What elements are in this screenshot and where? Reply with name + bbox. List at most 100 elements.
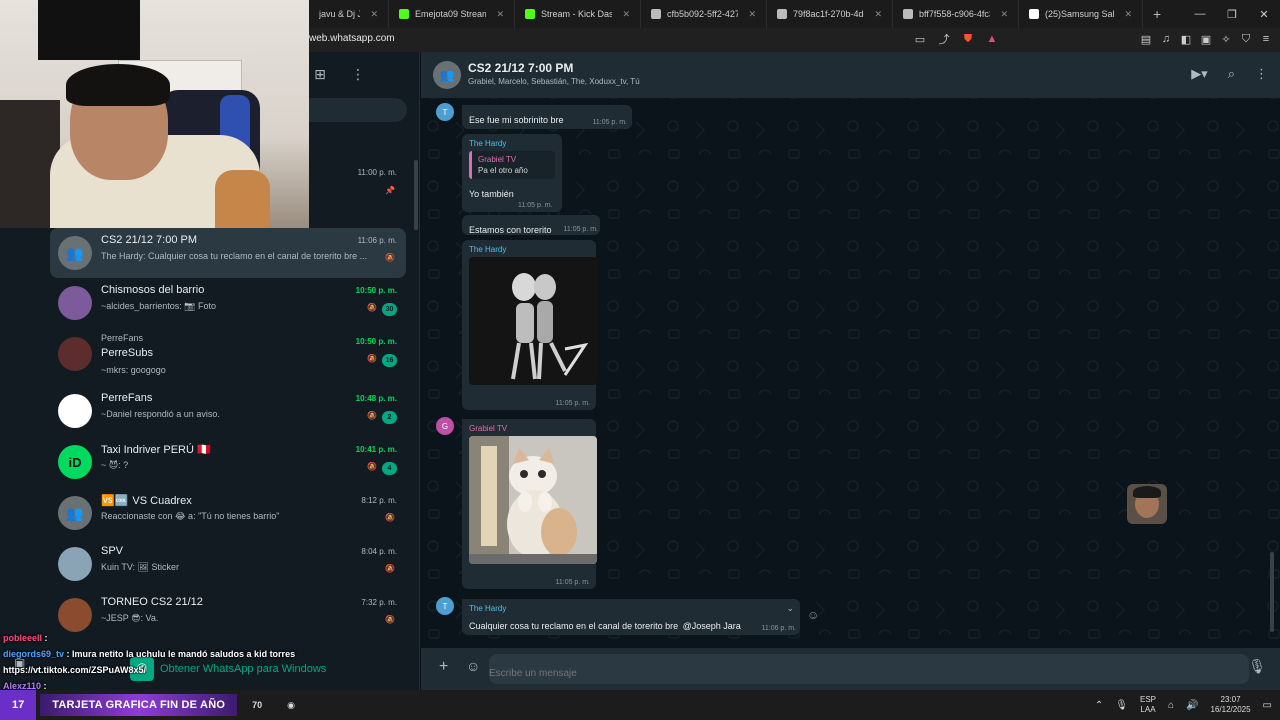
reader-icon[interactable]: ◧	[1178, 31, 1194, 47]
conversation-title: CS2 21/12 7:00 PM	[468, 61, 574, 75]
minimize-icon[interactable]: —	[1184, 0, 1216, 28]
rewards-icon[interactable]: ▲	[984, 31, 1000, 47]
browser-tab[interactable]: (25)Samsung Salsa Performance ✕	[1019, 0, 1143, 28]
chat-preview: ~alcides_barrientos: 📷 Foto	[101, 301, 217, 311]
search-icon[interactable]: ⌕	[1228, 66, 1235, 82]
conversation-header[interactable]: 👥 CS2 21/12 7:00 PM Grabiel, Marcelo, Se…	[421, 52, 1280, 98]
more-options-icon[interactable]: ⋮	[348, 66, 368, 83]
sidebar-toggle-icon[interactable]: ▤	[1138, 31, 1154, 47]
share-icon[interactable]: ⤴	[936, 31, 952, 47]
tab-close-icon[interactable]: ✕	[1124, 9, 1132, 20]
chat-avatar[interactable]	[58, 547, 92, 581]
tab-close-icon[interactable]: ✕	[874, 9, 882, 20]
tab-close-icon[interactable]: ✕	[370, 9, 378, 20]
address-icons: ▭ ⤴ ⛊ ▲	[912, 31, 1000, 47]
group-avatar-icon[interactable]: 👥	[433, 61, 461, 89]
chat-list-item[interactable]: PerreFans ~Daniel respondió a un aviso. 10…	[50, 386, 406, 436]
tab-close-icon[interactable]: ✕	[1000, 9, 1008, 20]
chat-avatar[interactable]: iD	[58, 445, 92, 479]
chat-avatar[interactable]	[58, 337, 92, 371]
message-bubble[interactable]: Estamos con torerito 11:05 p. m.	[462, 215, 600, 235]
menu-icon[interactable]: ≡	[1258, 31, 1274, 47]
message-bubble[interactable]: Grabiel TV 11:05 p. m.	[462, 419, 597, 589]
stream-chat-user: diegords69_tv	[3, 649, 65, 659]
sender-avatar[interactable]: T	[436, 103, 454, 121]
obs-icon[interactable]: ◉	[277, 694, 305, 716]
browser-tab[interactable]: Stream - Kick Dashboard ✕	[515, 0, 641, 28]
tab-close-icon[interactable]: ✕	[622, 9, 630, 20]
new-tab-icon[interactable]: +	[1143, 6, 1171, 22]
sidebar-scrollbar[interactable]	[414, 160, 418, 230]
sender-avatar[interactable]: G	[436, 417, 454, 435]
cast-icon[interactable]: ▭	[912, 31, 928, 47]
tab-favicon-icon	[399, 9, 409, 19]
notifications-icon[interactable]: ▭	[1263, 700, 1272, 711]
tab-label: (25)Samsung Salsa Performance	[1045, 9, 1114, 19]
chat-list-item[interactable]: SPV Kuin TV: 🖼 Sticker 8:04 p. m. 🔕	[50, 539, 406, 589]
message-composer: + ☺ 🎙	[421, 648, 1280, 690]
microphone-icon[interactable]: 🎙	[1248, 658, 1266, 675]
microphone-icon[interactable]: 🎙	[1115, 700, 1128, 711]
message-bubble[interactable]: The Hardy Grabiel TV Pa el otro año Yo t…	[462, 134, 562, 212]
chevron-down-icon[interactable]: ⌄	[786, 603, 794, 614]
chat-list-item[interactable]: 👥 CS2 21/12 7:00 PM The Hardy: Cualquier c…	[50, 228, 406, 278]
attach-plus-icon[interactable]: +	[439, 658, 448, 676]
emoji-sticker-icon[interactable]: ☺	[466, 658, 480, 674]
input-language[interactable]: ESP LAA	[1140, 695, 1156, 715]
chevron-up-icon[interactable]: ⌃	[1095, 700, 1103, 711]
chat-list-item[interactable]: iD Taxi Indriver PERÚ 🇵🇪 ~ 😈: ? 10:41 p. m.…	[50, 437, 406, 487]
mention-link[interactable]: @Joseph Jara	[683, 621, 741, 631]
tab-label: javu & Dj Juninho	[319, 9, 360, 19]
cat-image[interactable]	[469, 436, 597, 564]
message-bubble[interactable]: The Hardy Cualquier cosa tu reclamo en e…	[462, 599, 800, 635]
volume-icon[interactable]: 🔊	[1186, 700, 1198, 711]
taskbar-app-badge[interactable]: 70	[243, 694, 271, 716]
chat-list-item[interactable]: PerreFans PerreSubs ~mkrs: googogo 10:50 p.…	[50, 329, 406, 379]
conversation-scrollbar[interactable]	[1270, 552, 1274, 632]
network-icon[interactable]: ⌂	[1168, 700, 1174, 711]
browser-tab[interactable]: cfb5b092-5ff2-427c-a3ae ✕	[641, 0, 767, 28]
video-call-icon[interactable]: ▶▾	[1191, 66, 1208, 82]
chat-avatar[interactable]: 👥	[58, 496, 92, 530]
message-input[interactable]	[489, 654, 1249, 684]
new-chat-icon[interactable]: ⊞	[310, 66, 330, 83]
url-text[interactable]: web.whatsapp.com	[309, 33, 395, 44]
browser-tab[interactable]: bff7f558-c906-4fc3-a8c8 ✕	[893, 0, 1019, 28]
menu-icon[interactable]: ⋮	[1255, 66, 1268, 82]
search-input[interactable]	[309, 98, 407, 122]
browser-tab[interactable]: Emejota09 Stream - Watch ✕	[389, 0, 515, 28]
react-emoji-icon[interactable]: ☺	[807, 608, 819, 622]
browser-tab[interactable]: 79f8ac1f-270b-4dc4-a12e ✕	[767, 0, 893, 28]
chat-preview: Kuin TV: 🖼 Sticker	[101, 562, 179, 572]
message-bubble[interactable]: Ese fue mi sobrinito bre 11:05 p. m.	[462, 105, 632, 129]
clock[interactable]: 23:07 16/12/2025	[1211, 695, 1251, 715]
chat-avatar[interactable]	[58, 394, 92, 428]
skeleton-image-art	[469, 257, 597, 385]
chat-time: 11:00 p. m.	[357, 168, 397, 177]
chat-avatar[interactable]: 👥	[58, 236, 92, 270]
message-bubble[interactable]: The Hardy 11:05 p. m.	[462, 240, 597, 410]
chat-avatar[interactable]	[58, 286, 92, 320]
stream-chat-overlay: pobleeell : diegords69_tv : Imura netito …	[0, 630, 420, 694]
conversation-participants: Grabiel, Marcelo, Sebastián, The, Xoduxx…	[468, 77, 640, 86]
media-icon[interactable]: ♫	[1158, 31, 1174, 47]
chat-list-item[interactable]: 👥 🆚🆒 VS Cuadrex Reaccionaste con 😂 a: "Tú n…	[50, 488, 406, 538]
skeleton-image[interactable]	[469, 257, 597, 385]
tab-close-icon[interactable]: ✕	[496, 9, 504, 20]
brave-shield-icon[interactable]: ⛊	[960, 31, 976, 47]
chat-list-item[interactable]: Chismosos del barrio ~alcides_barrientos:…	[50, 278, 406, 328]
leo-ai-icon[interactable]: ✧	[1218, 31, 1234, 47]
vpn-icon[interactable]: ⛉	[1238, 31, 1254, 47]
quoted-message[interactable]: Grabiel TV Pa el otro año	[469, 151, 555, 179]
restore-icon[interactable]: ❐	[1216, 0, 1248, 28]
tab-close-icon[interactable]: ✕	[748, 9, 756, 20]
wallet-icon[interactable]: ▣	[1198, 31, 1214, 47]
browser-tab[interactable]: javu & Dj Juninho ✕	[309, 0, 389, 28]
chat-avatar[interactable]	[58, 598, 92, 632]
chat-time: 10:41 p. m.	[355, 445, 397, 454]
close-icon[interactable]: ✕	[1248, 0, 1280, 28]
message-time: 11:05 p. m.	[555, 400, 590, 407]
stream-chat-line: diegords69_tv : Imura netito la uchulu l…	[0, 646, 420, 662]
sender-avatar[interactable]: T	[436, 597, 454, 615]
message-sender: The Hardy	[469, 139, 507, 148]
